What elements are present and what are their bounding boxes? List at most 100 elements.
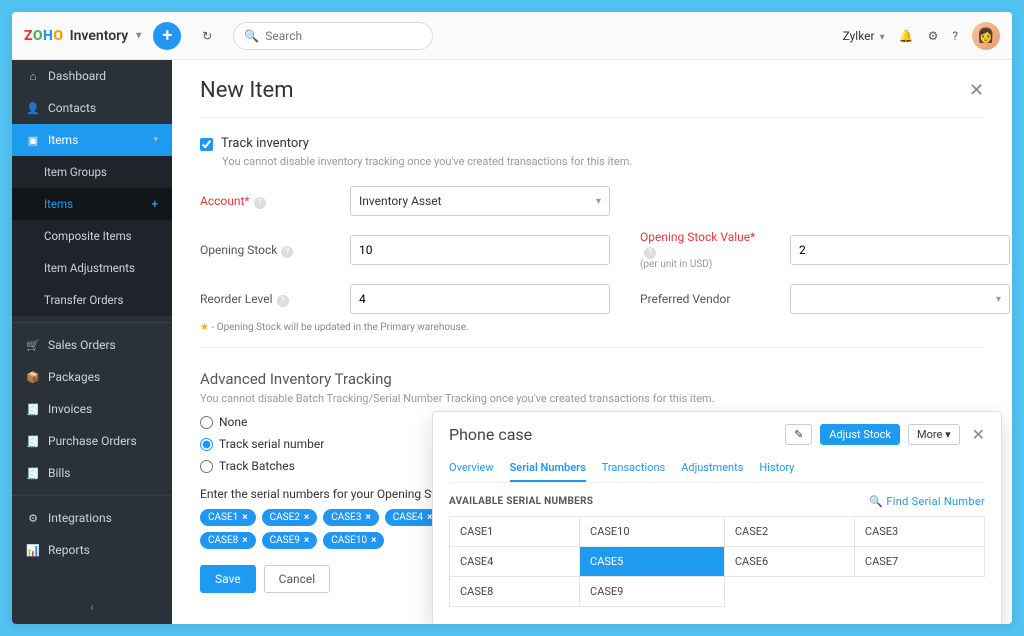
gear-icon[interactable]: ⚙ [928,29,939,43]
star-icon: ★ [200,322,209,333]
help-icon[interactable]: ? [281,246,293,258]
close-icon[interactable]: ✕ [969,80,984,101]
chevron-down-icon: ▾ [153,135,158,145]
doc-icon: 🧾 [26,467,40,480]
serial-cell[interactable]: CASE1 [450,517,580,547]
opening-stock-value-input[interactable] [790,235,1010,265]
tab-transactions[interactable]: Transactions [602,455,665,482]
cart-icon: 🛒 [26,339,40,352]
serial-chip[interactable]: CASE2 × [262,509,318,526]
sidebar-item-purchase-orders[interactable]: 🧾Purchase Orders [12,425,172,457]
adv-title: Advanced Inventory Tracking [200,370,984,388]
reorder-input[interactable] [350,284,610,314]
sidebar-item-item-groups[interactable]: Item Groups [12,156,172,188]
account-select[interactable]: Inventory Asset▾ [350,186,610,216]
help-icon[interactable]: ? [952,29,958,43]
item-detail-panel: Phone case ✎ Adjust Stock More ▾ ✕ Overv… [432,411,1002,624]
sidebar-item-dashboard[interactable]: ⌂Dashboard [12,60,172,92]
gear-icon: ⚙ [26,512,40,525]
serial-cell[interactable]: CASE5 [580,547,725,577]
serial-cell[interactable]: CASE9 [580,577,725,607]
add-button[interactable]: + [153,22,181,50]
package-icon: 📦 [26,371,40,384]
track-inventory-checkbox[interactable] [200,138,213,151]
panel-title: Phone case [449,425,532,444]
find-serial-link[interactable]: 🔍 Find Serial Number [869,495,985,508]
serial-cell [724,577,854,607]
remove-icon[interactable]: × [242,535,247,546]
serial-cell[interactable]: CASE8 [450,577,580,607]
sidebar-item-adjust[interactable]: Item Adjustments [12,252,172,284]
search-field[interactable] [265,29,422,43]
search-icon: 🔍 [244,29,259,43]
adjust-stock-button[interactable]: Adjust Stock [820,424,900,445]
remove-icon[interactable]: × [304,512,309,523]
home-icon: ⌂ [26,70,40,83]
serial-cell[interactable]: CASE4 [450,547,580,577]
page-title: New Item [200,78,294,103]
history-icon[interactable]: ↻ [193,22,221,50]
close-icon[interactable]: ✕ [972,425,985,444]
tab-serial-numbers[interactable]: Serial Numbers [510,455,586,482]
opening-stock-label: Opening Stock? [200,243,320,258]
remove-icon[interactable]: × [371,535,376,546]
remove-icon[interactable]: × [304,535,309,546]
sidebar-item-integrations[interactable]: ⚙Integrations [12,502,172,534]
serial-cell[interactable]: CASE2 [724,517,854,547]
sidebar-item-items[interactable]: ▣Items▾ [12,124,172,156]
doc-icon: 🧾 [26,435,40,448]
serial-chip[interactable]: CASE3 × [323,509,379,526]
account-label: Account*? [200,194,320,209]
product-name: Inventory [70,28,129,44]
search-input[interactable]: 🔍 [233,22,433,50]
main: New Item ✕ Track inventory You cannot di… [172,60,1012,624]
chart-icon: 📊 [26,544,40,557]
serial-chip[interactable]: CASE8 × [200,532,256,549]
sidebar-item-transfer[interactable]: Transfer Orders [12,284,172,316]
cancel-button[interactable]: Cancel [264,565,331,593]
serial-cell[interactable]: CASE3 [854,517,984,547]
tab-overview[interactable]: Overview [449,455,494,482]
serial-cell[interactable]: CASE7 [854,547,984,577]
track-note: You cannot disable inventory tracking on… [222,155,984,168]
serial-chip[interactable]: CASE1 × [200,509,256,526]
sidebar-collapse[interactable]: ‹ [12,590,172,624]
more-button[interactable]: More ▾ [908,424,960,445]
plus-icon[interactable]: + [152,197,158,211]
vendor-select[interactable]: ▾ [790,284,1010,314]
sidebar-item-bills[interactable]: 🧾Bills [12,457,172,489]
remove-icon[interactable]: × [242,512,247,523]
panel-tabs: Overview Serial Numbers Transactions Adj… [449,455,985,483]
sidebar-item-invoices[interactable]: 🧾Invoices [12,393,172,425]
track-inventory-label: Track inventory [221,136,309,151]
sidebar-item-composite[interactable]: Composite Items [12,220,172,252]
sidebar-item-reports[interactable]: 📊Reports [12,534,172,566]
logo[interactable]: ZOHO Inventory ▾ [24,28,141,44]
tab-history[interactable]: History [759,455,794,482]
avatar[interactable]: 👩 [972,22,1000,50]
serial-cell[interactable]: CASE6 [724,547,854,577]
help-icon[interactable]: ? [277,295,289,307]
sidebar-item-contacts[interactable]: 👤Contacts [12,92,172,124]
sidebar-item-items-sub[interactable]: Items+ [12,188,172,220]
opening-stock-input[interactable] [350,235,610,265]
serial-chip[interactable]: CASE9 × [262,532,318,549]
org-switcher[interactable]: Zylker ▾ [843,29,885,43]
box-icon: ▣ [26,134,40,147]
available-label: AVAILABLE SERIAL NUMBERS [449,496,593,507]
sidebar-item-sales-orders[interactable]: 🛒Sales Orders [12,329,172,361]
sidebar-item-packages[interactable]: 📦Packages [12,361,172,393]
edit-button[interactable]: ✎ [785,424,812,445]
sidebar: ⌂Dashboard 👤Contacts ▣Items▾ Item Groups… [12,60,172,624]
save-button[interactable]: Save [200,565,256,593]
serial-chip[interactable]: CASE10 × [323,532,384,549]
tab-adjustments[interactable]: Adjustments [681,455,743,482]
help-icon[interactable]: ? [254,197,266,209]
serial-table: CASE1CASE10CASE2CASE3CASE4CASE5CASE6CASE… [449,516,985,607]
serial-cell[interactable]: CASE10 [580,517,725,547]
bell-icon[interactable]: 🔔 [899,29,914,43]
chevron-down-icon: ▾ [596,196,601,207]
help-icon[interactable]: ? [644,247,656,259]
serial-cell [854,577,984,607]
remove-icon[interactable]: × [365,512,370,523]
